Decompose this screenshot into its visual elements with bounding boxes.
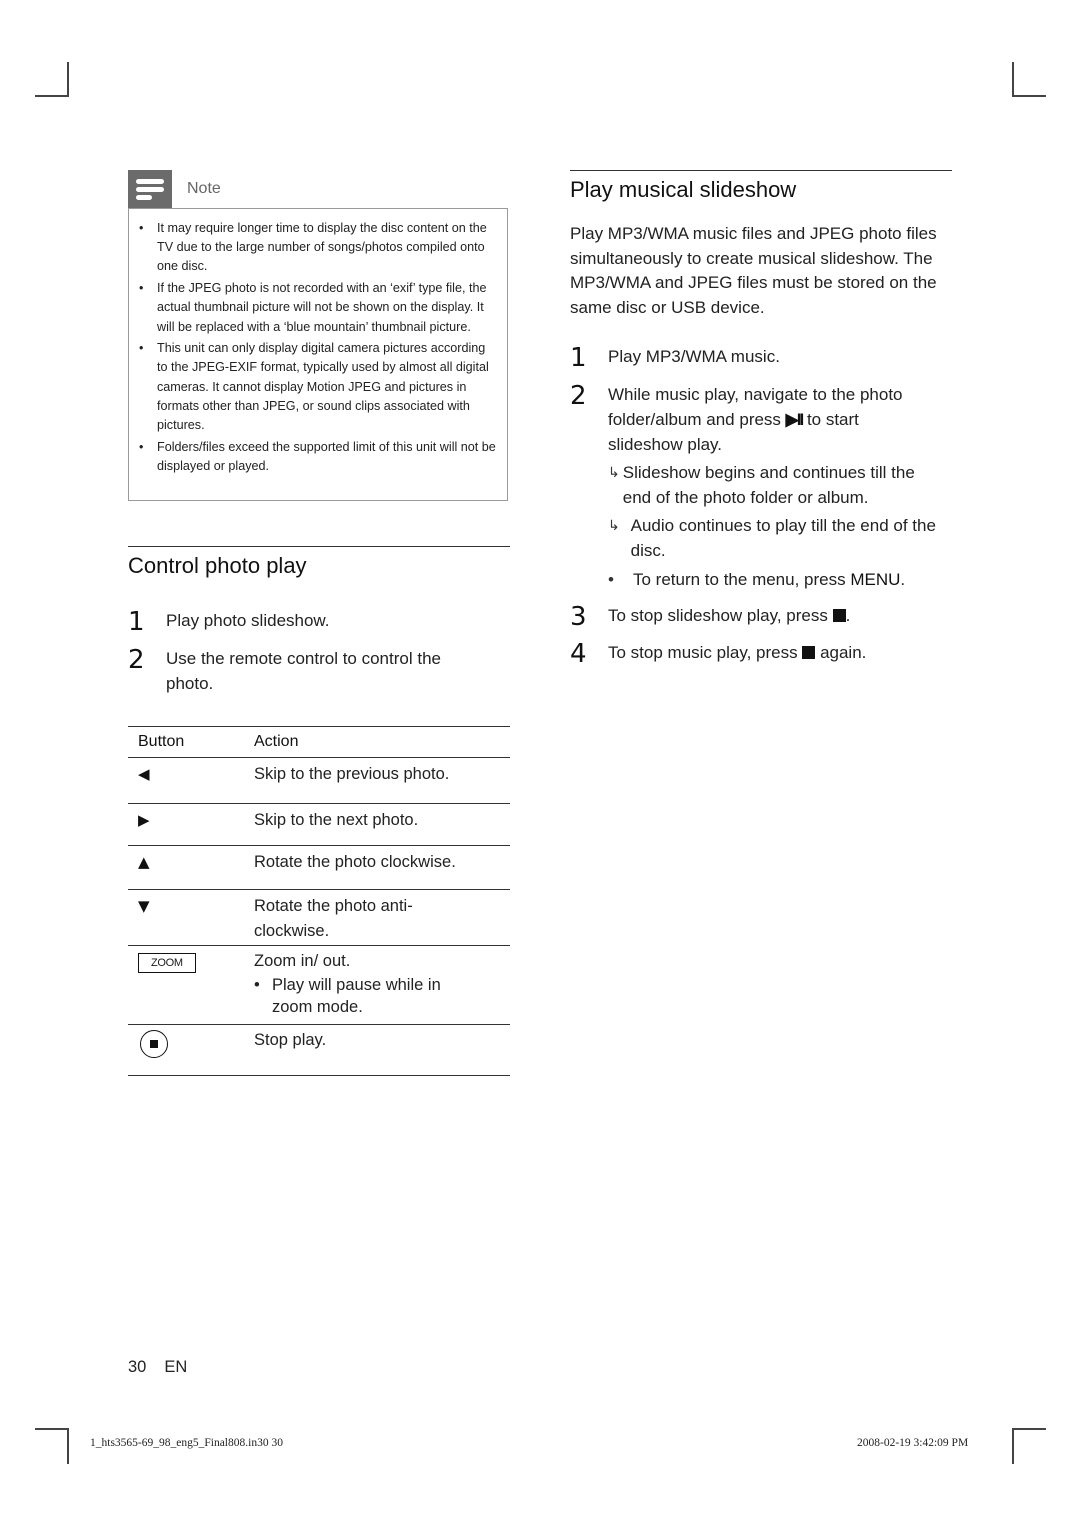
section-title-musical-slideshow: Play musical slideshow <box>570 177 797 202</box>
step-number: 3 <box>570 602 587 632</box>
stop-square-icon <box>802 646 816 659</box>
note-item: It may require longer time to display th… <box>139 219 497 277</box>
button-action-table: Button Action ◀ Skip to the previous pho… <box>128 726 510 1076</box>
play-pause-icon: ▶II <box>785 410 804 429</box>
page-number: 30 <box>128 1358 147 1376</box>
table-cell-action: Zoom in/ out. • Play will pause while in… <box>254 949 510 1024</box>
table-cell-action-text: Zoom in/ out. <box>254 952 351 970</box>
result-arrow-icon: ↳ <box>608 464 620 480</box>
table-row: Stop play. <box>128 1025 510 1075</box>
note-box: It may require longer time to display th… <box>128 208 508 501</box>
step-text: Play photo slideshow. <box>166 611 330 630</box>
step-number: 4 <box>570 639 587 669</box>
table-row: ▼ Rotate the photo anti- clockwise. <box>128 890 510 945</box>
note-icon <box>128 170 172 208</box>
note-item: Folders/files exceed the supported limit… <box>139 438 497 476</box>
table-header-row: Button Action <box>128 727 510 757</box>
crop-mark-top-left <box>35 62 69 97</box>
crop-mark-top-right <box>1012 62 1046 97</box>
crop-mark-bottom-right <box>1012 1428 1046 1464</box>
result-text: Slideshow begins and continues till the … <box>622 463 915 507</box>
menu-key-label: MENU <box>850 570 901 589</box>
step-text: To stop slideshow play, press . <box>608 606 851 625</box>
step-number: 1 <box>570 343 587 373</box>
print-slug-timestamp: 2008-02-19 3:42:09 PM <box>857 1437 969 1449</box>
bullet-item: • To return to the menu, press MENU. <box>608 567 953 592</box>
table-header-action: Action <box>254 733 299 750</box>
bullet-text: To return to the menu, press MENU. <box>633 570 906 589</box>
step-text: While music play, navigate to the photo … <box>608 385 903 454</box>
step-number: 1 <box>128 607 145 637</box>
step-item: 2 Use the remote control to control the … <box>128 646 478 696</box>
table-cell-action: Stop play. <box>254 1031 327 1049</box>
crop-mark-bottom-left <box>35 1428 69 1464</box>
language-code: EN <box>164 1358 188 1376</box>
note-item: This unit can only display digital camer… <box>139 339 497 435</box>
stop-circle-icon <box>140 1030 168 1058</box>
step-item: 1 Play MP3/WMA music. <box>570 344 952 372</box>
musical-slideshow-intro: Play MP3/WMA music files and JPEG photo … <box>570 224 937 318</box>
step-number: 2 <box>570 381 587 411</box>
zoom-key-icon: ZOOM <box>138 953 196 973</box>
right-triangle-icon: ▶ <box>138 811 150 829</box>
note-item: If the JPEG photo is not recorded with a… <box>139 279 497 337</box>
step-item: 3 To stop slideshow play, press . <box>570 603 952 631</box>
step-item: 1 Play photo slideshow. <box>128 608 510 636</box>
print-slug-file: 1_hts3565-69_98_eng5_Final808.in30 30 <box>90 1437 283 1449</box>
table-cell-note: • Play will pause while in zoom mode. <box>254 974 510 1018</box>
table-cell-action: Skip to the previous photo. <box>254 765 450 783</box>
left-triangle-icon: ◀ <box>138 765 150 783</box>
stop-square-icon <box>832 609 846 622</box>
section-rule <box>128 546 510 547</box>
table-row: ▲ Rotate the photo clockwise. <box>128 846 510 889</box>
table-cell-action: Rotate the photo anti- clockwise. <box>254 897 413 940</box>
result-item: ↳ Slideshow begins and continues till th… <box>608 460 943 510</box>
table-cell-note-text: Play will pause while in zoom mode. <box>272 975 441 1016</box>
section-title-control-photo: Control photo play <box>128 553 307 578</box>
result-text: Audio continues to play till the end of … <box>630 516 936 560</box>
section-rule <box>570 170 952 171</box>
table-row: ZOOM Zoom in/ out. • Play will pause whi… <box>128 946 510 1024</box>
step-text: Play MP3/WMA music. <box>608 347 780 366</box>
result-arrow-icon: ↳ <box>608 517 620 533</box>
table-header-button: Button <box>138 733 185 750</box>
table-cell-action: Skip to the next photo. <box>254 811 419 829</box>
result-item: ↳ Audio continues to play till the end o… <box>608 513 943 563</box>
note-title: Note <box>187 180 221 197</box>
up-triangle-icon: ▲ <box>138 853 150 871</box>
note-header: Note <box>128 170 221 208</box>
step-item: 4 To stop music play, press again. <box>570 640 952 668</box>
step-item: 2 While music play, navigate to the phot… <box>570 382 952 457</box>
step-text: Use the remote control to control the ph… <box>166 649 441 693</box>
down-triangle-icon: ▼ <box>138 897 150 915</box>
step-number: 2 <box>128 645 145 675</box>
table-row: ◀ Skip to the previous photo. <box>128 758 510 803</box>
step-text: To stop music play, press again. <box>608 643 867 662</box>
table-row: ▶ Skip to the next photo. <box>128 804 510 845</box>
table-cell-action: Rotate the photo clockwise. <box>254 853 456 871</box>
note-list: It may require longer time to display th… <box>139 219 497 476</box>
page-footer: 30 EN <box>128 1358 187 1377</box>
